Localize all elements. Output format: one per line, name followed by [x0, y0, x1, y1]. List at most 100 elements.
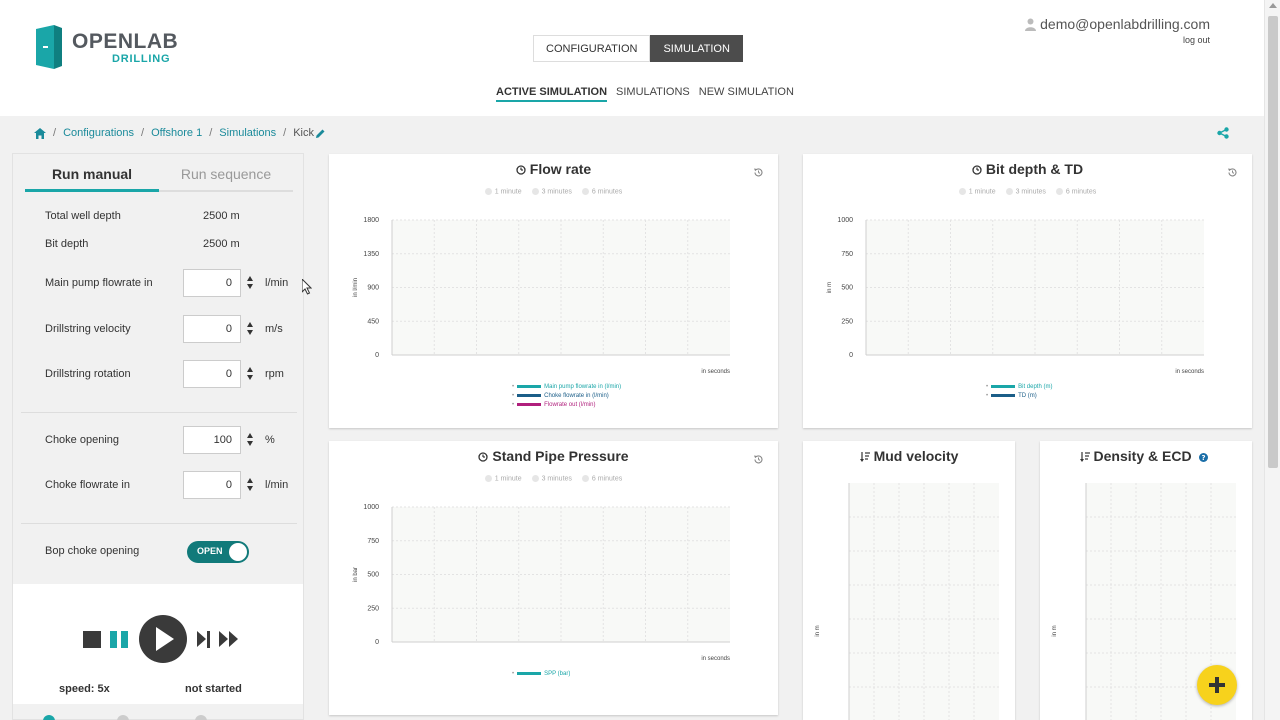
legend-item[interactable]: • Flowrate out (l/min)	[512, 400, 621, 409]
subnav-active-simulation[interactable]: ACTIVE SIMULATION	[496, 86, 608, 102]
stepper-arrows-icon[interactable]	[247, 433, 255, 447]
info-bit-depth: Bit depth 2500 m	[45, 238, 240, 250]
bop-choke-row: Bop choke opening OPEN	[45, 541, 275, 565]
divider	[21, 523, 297, 524]
breadcrumb-simulations[interactable]: Simulations	[219, 127, 276, 139]
add-fab-button[interactable]	[1197, 665, 1237, 705]
header: OPENLAB DRILLING CONFIGURATION SIMULATIO…	[0, 0, 1264, 116]
fast-forward-icon[interactable]	[219, 631, 239, 648]
flow-rate-legend: • Main pump flowrate in (l/min) • Choke flo…	[512, 382, 621, 409]
stepper-arrows-icon[interactable]	[247, 276, 255, 290]
breadcrumb-offshore[interactable]: Offshore 1	[151, 127, 202, 139]
y-tick-label: 0	[375, 639, 379, 646]
legend-label: Main pump flowrate in (l/min)	[544, 383, 622, 390]
sub-navigation: ACTIVE SIMULATION SIMULATIONS NEW SIMULA…	[496, 86, 794, 102]
info-value: 2500 m	[203, 210, 240, 222]
legend-swatch	[991, 385, 1016, 388]
y-tick-label: 900	[367, 285, 379, 292]
stepper-arrows-icon[interactable]	[247, 322, 255, 336]
y-axis-label: in bar	[353, 567, 359, 582]
scrollbar-thumb[interactable]	[1268, 16, 1278, 468]
bit-depth-legend: • Bit depth (m) • TD (m)	[986, 382, 1052, 400]
y-tick-label: 500	[841, 285, 853, 292]
stop-icon[interactable]	[83, 631, 101, 648]
y-axis-label: in m	[1052, 625, 1058, 636]
legend-item[interactable]: • Choke flowrate in (l/min)	[512, 391, 621, 400]
logout-link[interactable]: log out	[1025, 35, 1210, 45]
legend-label: TD (m)	[1018, 392, 1037, 399]
radio-option[interactable]	[195, 715, 207, 720]
logo-subtitle: DRILLING	[112, 53, 171, 65]
radio-option[interactable]	[117, 715, 129, 720]
y-tick-label: 0	[375, 352, 379, 359]
mouse-cursor-icon	[302, 279, 312, 295]
speed-label: speed: 5x	[59, 683, 110, 695]
y-tick-label: 250	[841, 318, 853, 325]
bit-depth-card: Bit depth & TD 1 minute 3 minutes 6 minu…	[803, 154, 1252, 428]
step-forward-icon[interactable]	[197, 631, 211, 648]
y-axis-label: in m	[815, 625, 821, 636]
toggle-knob	[229, 543, 247, 561]
legend-item[interactable]: • Bit depth (m)	[986, 382, 1052, 391]
field-drillstring-velocity: Drillstring velocity 0 m/s	[45, 315, 305, 343]
legend-label: Flowrate out (l/min)	[544, 401, 596, 408]
y-axis-label: in l/min	[353, 278, 359, 297]
tab-run-manual[interactable]: Run manual	[25, 162, 159, 192]
field-drillstring-rotation: Drillstring rotation 0 rpm	[45, 360, 305, 388]
control-panel: Run manual Run sequence Total well depth…	[12, 153, 304, 720]
user-email[interactable]: demo@openlabdrilling.com	[1040, 16, 1210, 32]
home-icon[interactable]	[34, 127, 46, 139]
breadcrumb-current: Kick	[293, 127, 314, 139]
x-axis-label: in seconds	[701, 369, 730, 375]
y-tick-label: 750	[367, 538, 379, 545]
legend-item[interactable]: • SPP (bar)	[512, 669, 570, 678]
legend-item[interactable]: • Main pump flowrate in (l/min)	[512, 382, 621, 391]
configuration-mode-button[interactable]: CONFIGURATION	[533, 35, 651, 62]
partial-radio-row	[43, 715, 243, 720]
radio-option[interactable]	[43, 715, 55, 720]
run-tabs: Run manual Run sequence	[25, 162, 293, 192]
subnav-new-simulation[interactable]: NEW SIMULATION	[699, 86, 794, 102]
y-tick-label: 450	[367, 318, 379, 325]
field-main-pump-flowrate: Main pump flowrate in 0 l/min	[45, 269, 305, 297]
y-tick-label: 1000	[363, 504, 379, 511]
legend-swatch	[517, 403, 542, 406]
field-choke-opening: Choke opening 100 %	[45, 426, 305, 454]
info-value: 2500 m	[203, 238, 240, 250]
simulation-player: speed: 5x not started	[13, 584, 303, 704]
main-pump-flowrate-input[interactable]: 0	[183, 269, 241, 297]
subnav-simulations[interactable]: SIMULATIONS	[616, 86, 690, 102]
openlab-logo[interactable]: OPENLAB DRILLING	[36, 25, 178, 71]
tab-run-sequence[interactable]: Run sequence	[159, 162, 293, 190]
user-icon	[1025, 18, 1037, 31]
legend-item[interactable]: • TD (m)	[986, 391, 1052, 400]
stand-pipe-pressure-card: Stand Pipe Pressure 1 minute 3 minutes 6…	[329, 441, 778, 715]
page-scrollbar[interactable]	[1264, 0, 1280, 720]
pause-icon[interactable]	[110, 631, 129, 648]
drillstring-velocity-input[interactable]: 0	[183, 315, 241, 343]
info-total-well-depth: Total well depth 2500 m	[45, 210, 240, 222]
divider	[21, 412, 297, 413]
x-axis-label: in seconds	[701, 656, 730, 662]
edit-pencil-icon[interactable]	[316, 129, 325, 138]
simulation-mode-button[interactable]: SIMULATION	[650, 35, 743, 62]
y-tick-label: 1800	[363, 217, 379, 224]
legend-label: Choke flowrate in (l/min)	[544, 392, 609, 399]
legend-swatch	[517, 385, 542, 388]
stepper-arrows-icon[interactable]	[247, 478, 255, 492]
choke-flowrate-input[interactable]: 0	[183, 471, 241, 499]
legend-swatch	[517, 672, 542, 675]
choke-opening-input[interactable]: 100	[183, 426, 241, 454]
field-choke-flowrate: Choke flowrate in 0 l/min	[45, 471, 305, 499]
drillstring-rotation-input[interactable]: 0	[183, 360, 241, 388]
breadcrumb-configurations[interactable]: Configurations	[63, 127, 134, 139]
scroll-up-arrow-icon[interactable]	[1269, 3, 1277, 8]
share-icon[interactable]	[1217, 127, 1229, 139]
y-tick-label: 500	[367, 572, 379, 579]
stepper-arrows-icon[interactable]	[247, 367, 255, 381]
play-icon[interactable]	[139, 615, 187, 663]
y-tick-label: 750	[841, 251, 853, 258]
mud-velocity-plot[interactable]: in m	[803, 441, 1015, 720]
door-logo-icon	[36, 25, 62, 69]
bop-choke-toggle[interactable]: OPEN	[187, 541, 249, 563]
